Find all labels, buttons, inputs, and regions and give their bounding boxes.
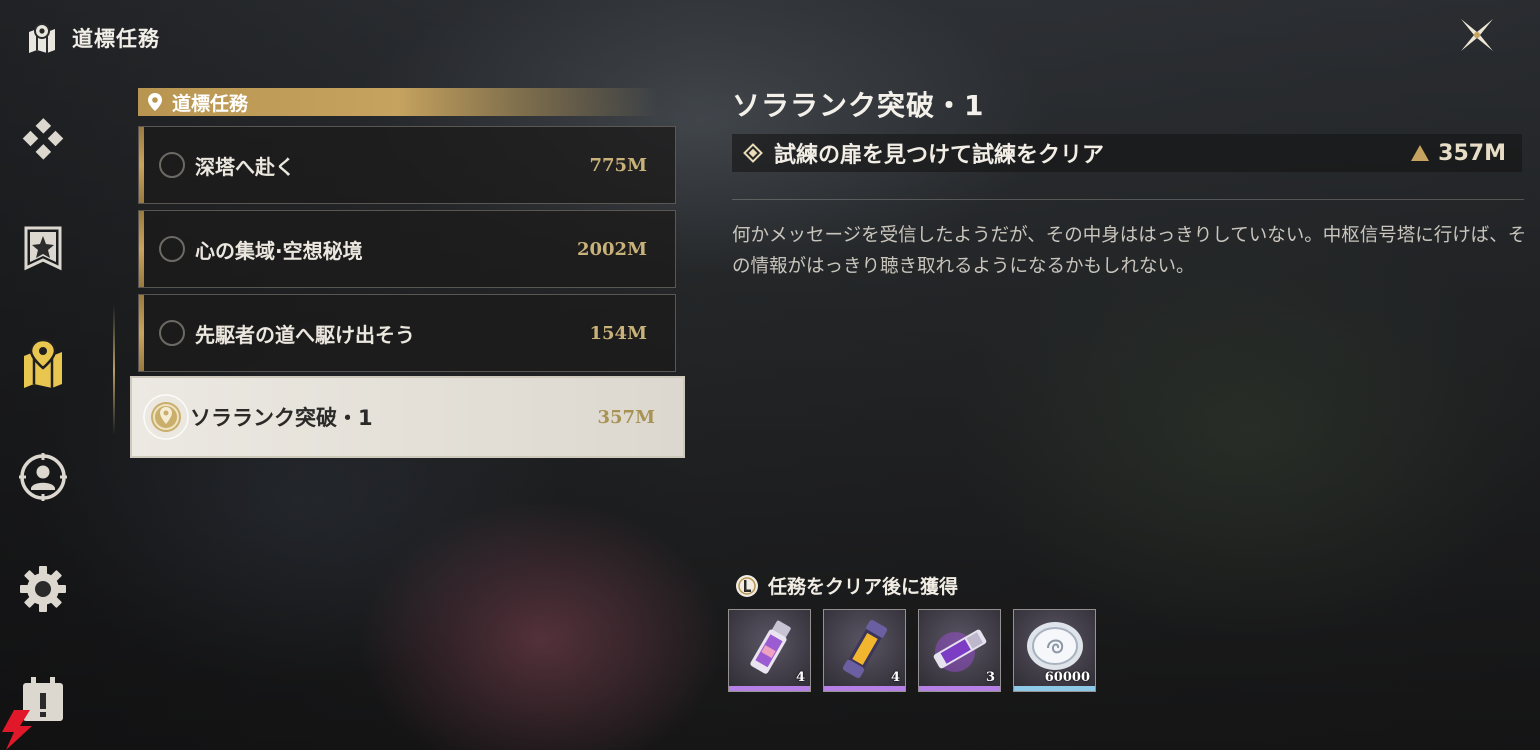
level-badge-icon xyxy=(736,574,758,597)
purple-cartridge-item xyxy=(933,629,987,672)
reward-item-slot[interactable]: 60000 xyxy=(1013,609,1096,692)
rarity-bar xyxy=(1014,686,1095,691)
rarity-bar xyxy=(824,686,905,691)
quest-distance: 357M xyxy=(597,406,656,428)
sidebar-item-achievements[interactable] xyxy=(16,222,70,276)
nav-indicator-line xyxy=(113,305,115,435)
quest-description: 何かメッセージを受信したようだが、その中身ははっきりしていない。中枢信号塔に行け… xyxy=(732,225,1527,277)
tracked-pin-icon xyxy=(143,394,189,440)
reward-quantity: 4 xyxy=(795,670,805,685)
reward-quantity: 3 xyxy=(985,670,995,685)
reward-item-slot[interactable]: 4 xyxy=(823,609,906,692)
reward-quantity: 60000 xyxy=(1044,670,1090,685)
reward-item-slot[interactable]: 4 xyxy=(728,609,811,692)
sidebar-item-settings[interactable] xyxy=(16,562,70,616)
sidebar xyxy=(0,100,90,750)
quest-detail-title: ソラランク突破・1 xyxy=(732,89,985,122)
quest-accent-bar xyxy=(139,127,144,203)
quest-accent-bar xyxy=(139,211,144,287)
target-person-icon xyxy=(19,453,67,501)
gear-icon xyxy=(20,566,66,612)
quest-item[interactable]: 先駆者の道へ駆け出そう 154M xyxy=(138,294,676,372)
objective-distance-value: 357M xyxy=(1438,140,1506,166)
divider xyxy=(732,199,1524,200)
quest-name: 先駆者の道へ駆け出そう xyxy=(195,322,415,347)
quest-objective: 試練の扉を見つけて試練をクリア 357M xyxy=(732,134,1522,172)
page-title: 道標任務 xyxy=(72,27,160,51)
gold-capsule-item xyxy=(842,619,888,679)
map-pin-icon xyxy=(24,338,62,388)
map-icon xyxy=(29,23,55,53)
close-button[interactable] xyxy=(1454,12,1500,58)
rewards-label: 任務をクリア後に獲得 xyxy=(734,572,958,599)
quest-name: 心の集域·空想秘境 xyxy=(195,238,363,263)
quest-radio-icon xyxy=(159,236,185,262)
objective-distance: 357M xyxy=(1410,141,1506,166)
quest-accent-bar xyxy=(139,295,144,371)
quest-item[interactable]: 深塔へ赴く 775M xyxy=(138,126,676,204)
quest-radio-icon xyxy=(159,152,185,178)
quest-distance: 2002M xyxy=(576,238,647,260)
objective-text: 試練の扉を見つけて試練をクリア xyxy=(774,143,1105,168)
sidebar-item-overview[interactable] xyxy=(16,112,70,166)
lightning-icon xyxy=(2,710,32,750)
sidebar-item-map[interactable] xyxy=(16,336,70,390)
quest-distance: 154M xyxy=(589,322,648,344)
quest-list-title: 道標任務 xyxy=(172,92,249,115)
rewards-title: 任務をクリア後に獲得 xyxy=(768,576,959,598)
quest-radio-icon xyxy=(159,320,185,346)
quest-name: 深塔へ赴く xyxy=(195,154,295,179)
diamond-grid-icon xyxy=(22,118,64,160)
rarity-bar xyxy=(919,686,1000,691)
page-header: 道標任務 xyxy=(26,22,160,54)
triangle-up-icon xyxy=(1411,145,1430,161)
quest-item[interactable]: 心の集域·空想秘境 2002M xyxy=(138,210,676,288)
quest-list-header: 道標任務 xyxy=(138,88,658,116)
banner-star-icon xyxy=(24,226,62,271)
purple-vial-item xyxy=(750,620,791,674)
location-pin-icon xyxy=(148,93,162,111)
quest-distance: 775M xyxy=(589,154,648,176)
sidebar-item-character[interactable] xyxy=(16,450,70,504)
close-icon xyxy=(1461,19,1493,51)
rarity-bar xyxy=(729,686,810,691)
rewards-list: 4 4 3 60000 xyxy=(728,609,1096,692)
quest-item-selected[interactable]: ソラランク突破・1 357M xyxy=(130,376,685,458)
reward-item-slot[interactable]: 3 xyxy=(918,609,1001,692)
objective-diamond-icon xyxy=(743,143,763,163)
quest-name: ソラランク突破・1 xyxy=(190,406,373,430)
reward-quantity: 4 xyxy=(890,670,900,685)
